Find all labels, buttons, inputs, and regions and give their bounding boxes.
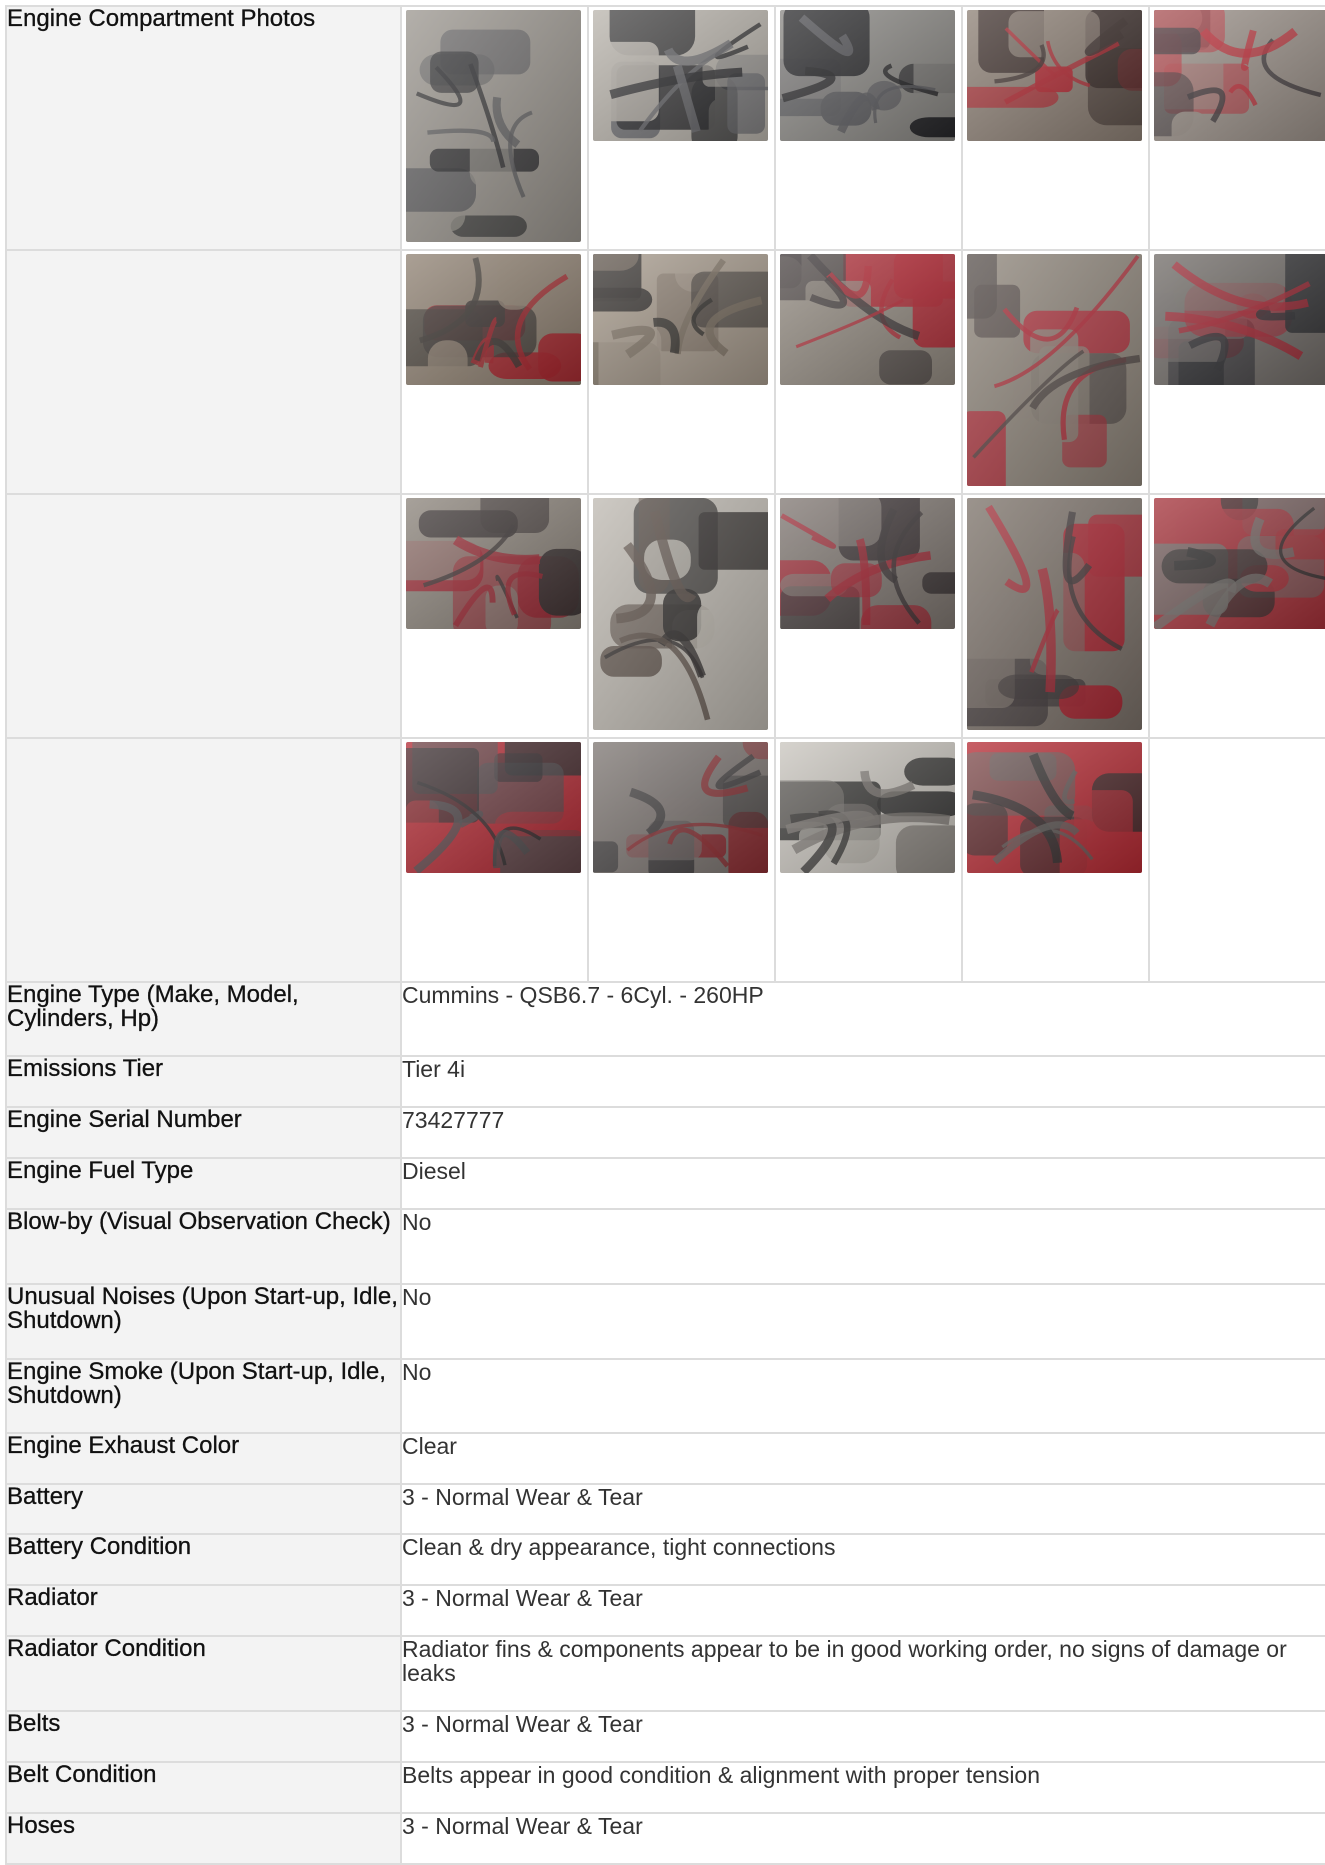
photo-cell — [1149, 6, 1325, 250]
spec-row: Engine Smoke (Upon Start-up, Idle, Shutd… — [6, 1359, 1325, 1433]
spec-row: Unusual Noises (Upon Start-up, Idle, Shu… — [6, 1284, 1325, 1359]
engine-photo-11[interactable] — [406, 498, 581, 629]
spec-label: Engine Serial Number — [6, 1107, 401, 1158]
photo-cell — [401, 494, 588, 738]
engine-photo-16[interactable] — [406, 742, 581, 873]
spec-value: 3 - Normal Wear & Tear — [401, 1711, 1325, 1762]
photos-label: Engine Compartment Photos — [6, 6, 401, 250]
photo-cell — [962, 494, 1149, 738]
spec-row: Blow-by (Visual Observation Check)No — [6, 1209, 1325, 1284]
spec-label: Battery Condition — [6, 1534, 401, 1585]
engine-photo-5[interactable] — [1154, 10, 1325, 141]
photo-cell — [401, 738, 588, 982]
photos-label-empty — [6, 738, 401, 982]
photo-cell — [775, 738, 962, 982]
spec-row: Radiator3 - Normal Wear & Tear — [6, 1585, 1325, 1636]
spec-value: Radiator fins & components appear to be … — [401, 1636, 1325, 1711]
spec-label: Radiator Condition — [6, 1636, 401, 1711]
spec-row: Battery ConditionClean & dry appearance,… — [6, 1534, 1325, 1585]
spec-label: Engine Type (Make, Model, Cylinders, Hp) — [6, 982, 401, 1056]
photo-cell — [401, 250, 588, 494]
spec-value: 3 - Normal Wear & Tear — [401, 1585, 1325, 1636]
spec-row: Emissions TierTier 4i — [6, 1056, 1325, 1107]
engine-photo-7[interactable] — [593, 254, 768, 385]
spec-label: Belt Condition — [6, 1762, 401, 1813]
photo-cell — [962, 250, 1149, 494]
spec-row: Belts3 - Normal Wear & Tear — [6, 1711, 1325, 1762]
spec-label: Battery — [6, 1484, 401, 1534]
spec-label: Hoses — [6, 1813, 401, 1864]
spec-value: 73427777 — [401, 1107, 1325, 1158]
engine-photo-4[interactable] — [967, 10, 1142, 141]
photo-row — [6, 738, 1325, 982]
engine-photo-9[interactable] — [967, 254, 1142, 486]
engine-photo-19[interactable] — [967, 742, 1142, 873]
spec-value: No — [401, 1209, 1325, 1284]
engine-photo-14[interactable] — [967, 498, 1142, 730]
photos-label-empty — [6, 494, 401, 738]
spec-value: Clear — [401, 1433, 1325, 1484]
engine-photo-12[interactable] — [593, 498, 768, 730]
spec-row: Battery3 - Normal Wear & Tear — [6, 1484, 1325, 1534]
spec-label: Belts — [6, 1711, 401, 1762]
spec-row: Engine Serial Number73427777 — [6, 1107, 1325, 1158]
spec-label: Unusual Noises (Upon Start-up, Idle, Shu… — [6, 1284, 401, 1359]
spec-value: No — [401, 1359, 1325, 1433]
photo-cell — [588, 738, 775, 982]
photo-cell — [1149, 494, 1325, 738]
photo-cell — [588, 6, 775, 250]
spec-value: Tier 4i — [401, 1056, 1325, 1107]
spec-value: Diesel — [401, 1158, 1325, 1209]
engine-photo-8[interactable] — [780, 254, 955, 385]
engine-photo-6[interactable] — [406, 254, 581, 385]
photos-label-empty — [6, 250, 401, 494]
engine-photo-1[interactable] — [406, 10, 581, 242]
engine-photo-18[interactable] — [780, 742, 955, 873]
spec-label: Blow-by (Visual Observation Check) — [6, 1209, 401, 1284]
spec-label: Emissions Tier — [6, 1056, 401, 1107]
engine-photo-3[interactable] — [780, 10, 955, 141]
photo-cell — [775, 494, 962, 738]
photo-cell — [588, 494, 775, 738]
engine-photo-17[interactable] — [593, 742, 768, 873]
engine-photo-13[interactable] — [780, 498, 955, 629]
spec-label: Radiator — [6, 1585, 401, 1636]
spec-row: Engine Fuel TypeDiesel — [6, 1158, 1325, 1209]
spec-row: Radiator ConditionRadiator fins & compon… — [6, 1636, 1325, 1711]
engine-photo-2[interactable] — [593, 10, 768, 141]
engine-photo-15[interactable] — [1154, 498, 1325, 629]
spec-row: Engine Type (Make, Model, Cylinders, Hp)… — [6, 982, 1325, 1056]
spec-value: Clean & dry appearance, tight connection… — [401, 1534, 1325, 1585]
spec-label: Engine Smoke (Upon Start-up, Idle, Shutd… — [6, 1359, 401, 1433]
photo-cell — [775, 6, 962, 250]
engine-inspection-table: Engine Compartment Photos Engine Type (Ma… — [5, 5, 1325, 1865]
engine-photo-10[interactable] — [1154, 254, 1325, 385]
spec-row: Belt ConditionBelts appear in good condi… — [6, 1762, 1325, 1813]
photo-row — [6, 250, 1325, 494]
photo-cell — [1149, 250, 1325, 494]
photo-cell — [962, 738, 1149, 982]
photo-row — [6, 494, 1325, 738]
spec-value: 3 - Normal Wear & Tear — [401, 1484, 1325, 1534]
spec-value: No — [401, 1284, 1325, 1359]
spec-label: Engine Exhaust Color — [6, 1433, 401, 1484]
spec-row: Engine Exhaust ColorClear — [6, 1433, 1325, 1484]
photo-cell — [775, 250, 962, 494]
photo-row: Engine Compartment Photos — [6, 6, 1325, 250]
photo-cell — [588, 250, 775, 494]
photo-cell — [401, 6, 588, 250]
spec-row: Hoses3 - Normal Wear & Tear — [6, 1813, 1325, 1864]
spec-value: 3 - Normal Wear & Tear — [401, 1813, 1325, 1864]
spec-label: Engine Fuel Type — [6, 1158, 401, 1209]
spec-value: Belts appear in good condition & alignme… — [401, 1762, 1325, 1813]
photo-cell — [962, 6, 1149, 250]
spec-value: Cummins - QSB6.7 - 6Cyl. - 260HP — [401, 982, 1325, 1056]
photo-cell — [1149, 738, 1325, 982]
